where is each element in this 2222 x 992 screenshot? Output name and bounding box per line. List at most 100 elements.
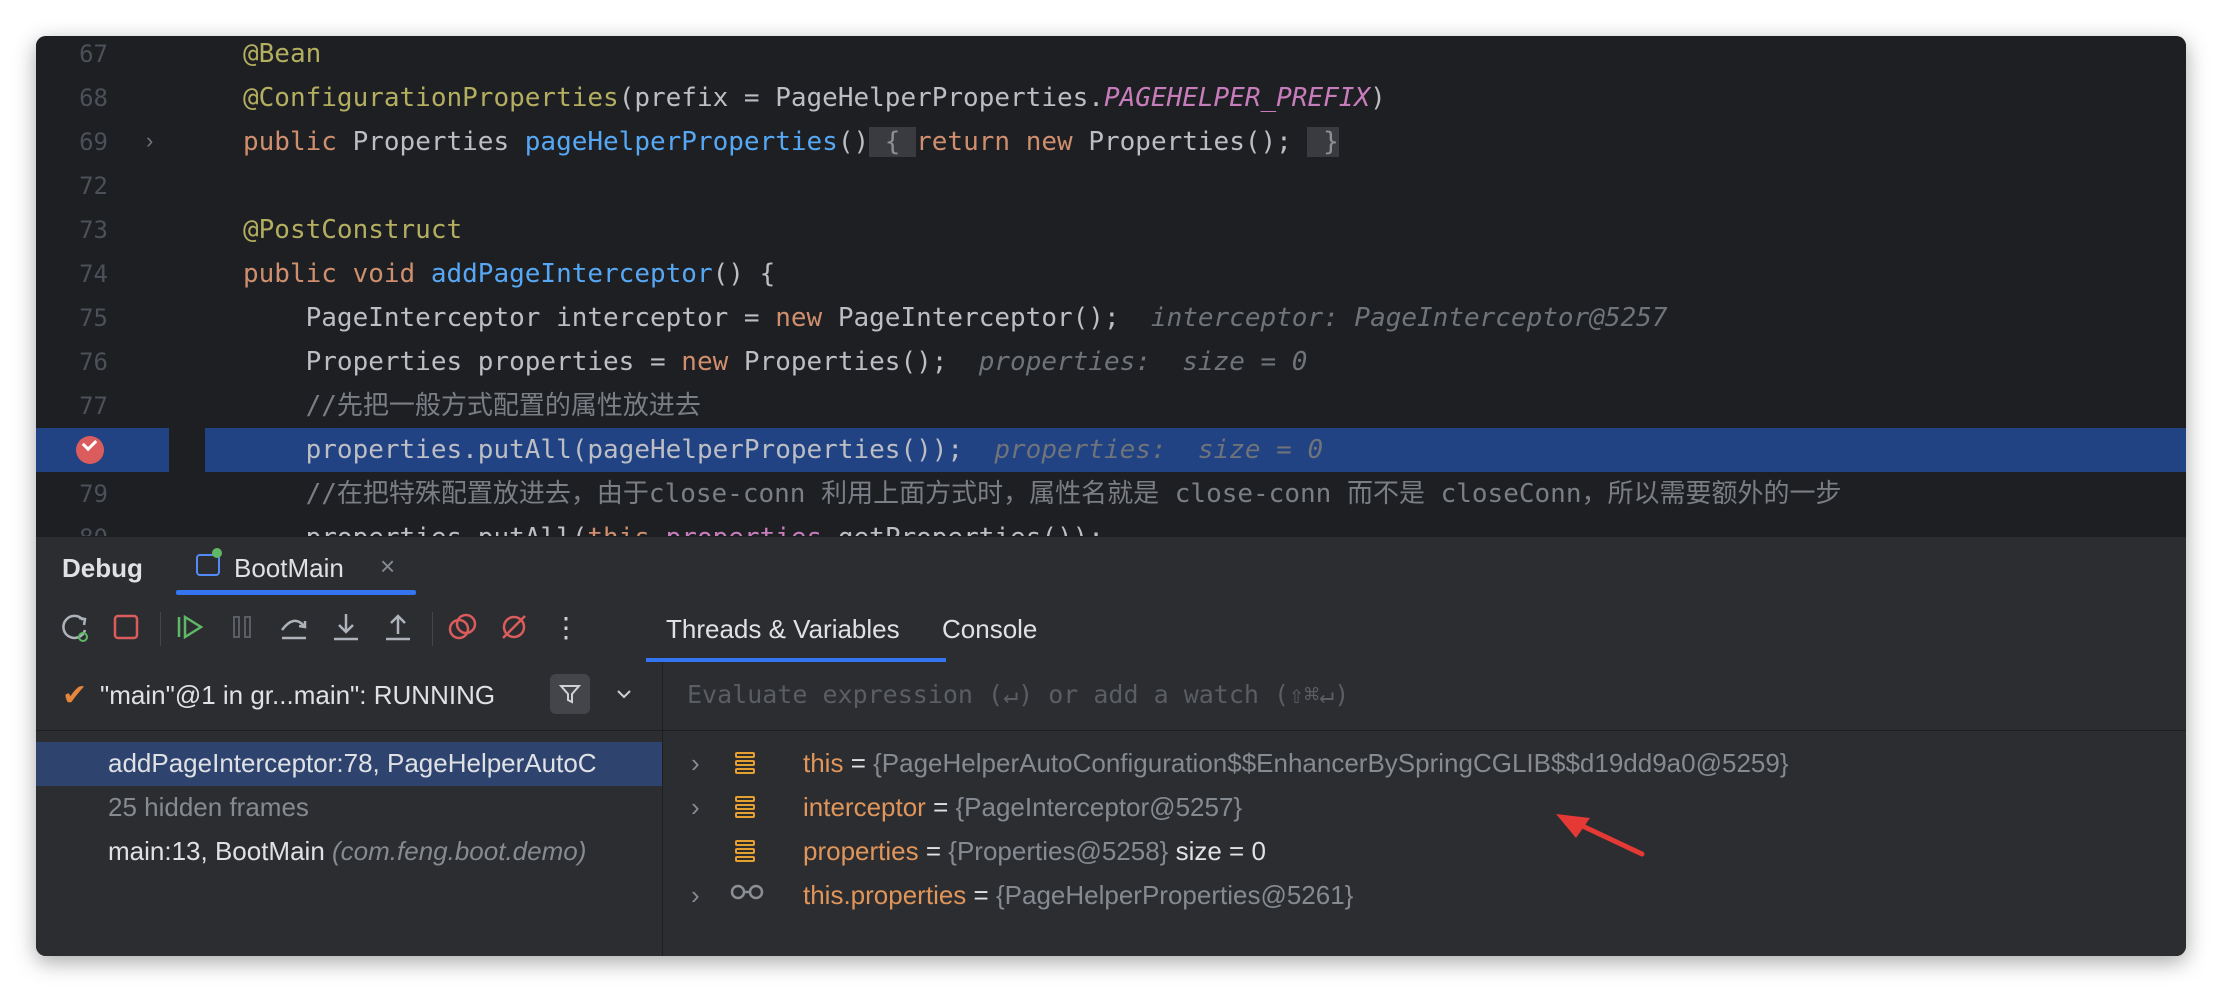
inline-debug-value: properties: size = 0	[994, 435, 1324, 465]
code-line-80[interactable]: 80 properties.putAll(this.properties.get…	[36, 516, 2186, 536]
pause-icon[interactable]	[224, 610, 260, 646]
code-text: () {	[712, 259, 776, 289]
folded-region-close[interactable]: }	[1307, 127, 1339, 157]
annotation-bean: @Bean	[243, 39, 322, 69]
code-text: Properties();	[728, 347, 948, 377]
step-over-icon[interactable]	[276, 610, 312, 646]
folded-region-open[interactable]: {	[869, 127, 917, 157]
variables-pane: Evaluate expression (↵) or add a watch (…	[663, 662, 2186, 956]
resume-icon[interactable]	[172, 610, 208, 646]
code-line-68[interactable]: 68 @ConfigurationProperties(prefix = Pag…	[36, 76, 2186, 120]
field-icon	[735, 840, 755, 866]
thread-label: "main"@1 in gr...main": RUNNING	[100, 680, 496, 710]
code-text: .getProperties());	[822, 523, 1104, 536]
code-text: Properties();	[1072, 127, 1308, 157]
tab-label: Threads & Variables	[666, 614, 900, 644]
annotation-postconstruct: @PostConstruct	[243, 215, 463, 245]
keyword: new	[775, 303, 823, 333]
code-text: properties.putAll(	[243, 523, 588, 536]
variable-value: {PageInterceptor@5257}	[955, 792, 1243, 822]
field-name: properties	[666, 523, 823, 536]
expand-chevron-icon[interactable]: ›	[691, 748, 700, 779]
rerun-icon[interactable]	[56, 610, 92, 646]
session-tab-bootmain[interactable]: BootMain ×	[176, 537, 406, 597]
variable-row-this-properties[interactable]: › this.properties = {PageHelperPropertie…	[663, 874, 2186, 918]
line-number: 69	[79, 128, 108, 156]
line-number: 74	[79, 260, 108, 288]
code-text: .	[650, 523, 666, 536]
stack-frame[interactable]: main:13, BootMain (com.feng.boot.demo)	[36, 830, 662, 874]
code-comment: //先把一般方式配置的属性放进去	[243, 391, 701, 421]
watch-glasses-icon	[729, 880, 765, 906]
code-line-74[interactable]: 74 public void addPageInterceptor() {	[36, 252, 2186, 296]
line-number: 67	[79, 40, 108, 68]
filter-icon[interactable]	[550, 674, 590, 714]
view-breakpoints-icon[interactable]	[444, 610, 480, 646]
code-line-67[interactable]: 67 @Bean	[36, 36, 2186, 76]
variable-row-properties[interactable]: properties = {Properties@5258} size = 0	[663, 830, 2186, 874]
code-editor[interactable]: 67 @Bean 68 @ConfigurationProperties(pre…	[36, 36, 2186, 536]
code-line-75[interactable]: 75 PageInterceptor interceptor = new Pag…	[36, 296, 2186, 340]
annotation-arrow-icon	[1556, 814, 1645, 857]
code-line-79[interactable]: 79 //在把特殊配置放进去，由于close-conn 利用上面方式时，属性名就…	[36, 472, 2186, 516]
variable-name: this	[803, 748, 844, 778]
code-line-76[interactable]: 76 Properties properties = new Propertie…	[36, 340, 2186, 384]
close-icon[interactable]: ×	[380, 551, 395, 582]
code-text: ()	[837, 127, 870, 157]
field-icon	[735, 752, 755, 778]
session-tab-label: BootMain	[234, 553, 344, 583]
hidden-frames[interactable]: 25 hidden frames	[36, 786, 662, 830]
method-name: pageHelperProperties	[524, 127, 838, 157]
breakpoint-icon[interactable]	[76, 436, 104, 464]
code-text: (prefix = PageHelperProperties.	[618, 83, 1104, 113]
code-text: PageInterceptor();	[822, 303, 1120, 333]
thread-selector[interactable]: ✔ "main"@1 in gr...main": RUNNING	[36, 662, 662, 731]
code-line-69[interactable]: 69 › public Properties pageHelperPropert…	[36, 120, 2186, 164]
frame-label: main:13, BootMain	[108, 836, 333, 866]
run-config-icon	[196, 548, 222, 576]
variable-name: this.properties	[803, 880, 967, 910]
debug-tool-window-header: Debug BootMain ×	[36, 536, 2186, 597]
line-number: 80	[36, 522, 108, 536]
keyword: return new	[916, 127, 1073, 157]
frame-label: 25 hidden frames	[108, 792, 309, 822]
current-execution-line[interactable]: properties.putAll(pageHelperProperties()…	[36, 428, 2186, 472]
stop-icon[interactable]	[108, 610, 144, 646]
mute-breakpoints-icon[interactable]	[496, 610, 532, 646]
ide-window: 67 @Bean 68 @ConfigurationProperties(pre…	[36, 36, 2186, 956]
fold-chevron-icon[interactable]: ›	[146, 128, 153, 154]
keyword: public void	[243, 259, 416, 289]
variable-row-this[interactable]: › this = {PageHelperAutoConfiguration$$E…	[663, 742, 2186, 786]
chevron-down-icon[interactable]	[614, 678, 634, 711]
variable-row-interceptor[interactable]: › interceptor = {PageInterceptor@5257}	[663, 786, 2186, 830]
keyword: public	[243, 127, 337, 157]
variable-name: properties	[803, 836, 919, 866]
tab-threads-variables[interactable]: Threads & Variables	[646, 596, 956, 662]
more-options-icon[interactable]: ⋮	[548, 610, 584, 646]
active-tab-indicator	[176, 590, 416, 595]
expand-chevron-icon[interactable]: ›	[691, 792, 700, 823]
constant-pagehelper-prefix: PAGEHELPER_PREFIX	[1103, 83, 1371, 113]
line-number: 77	[79, 392, 108, 420]
line-number: 72	[79, 172, 108, 200]
step-into-icon[interactable]	[328, 610, 364, 646]
evaluate-expression-input[interactable]: Evaluate expression (↵) or add a watch (…	[663, 662, 2186, 731]
tab-console[interactable]: Console	[942, 614, 1037, 645]
code-text: properties.putAll(pageHelperProperties()…	[243, 435, 964, 465]
code-line-73[interactable]: 73 @PostConstruct	[36, 208, 2186, 252]
method-name: addPageInterceptor	[430, 259, 713, 289]
code-text: PageInterceptor interceptor =	[243, 303, 776, 333]
frame-label: addPageInterceptor:78, PageHelperAutoC	[108, 748, 597, 778]
expand-chevron-icon[interactable]: ›	[691, 880, 700, 911]
stack-frame[interactable]: addPageInterceptor:78, PageHelperAutoC	[36, 742, 662, 786]
code-line-77[interactable]: 77 //先把一般方式配置的属性放进去	[36, 384, 2186, 428]
variable-value: {PageHelperProperties@5261}	[995, 880, 1354, 910]
code-text: )	[1370, 83, 1386, 113]
frame-package: (com.feng.boot.demo)	[332, 836, 587, 866]
variable-value: {Properties@5258}	[948, 836, 1169, 866]
line-number: 79	[79, 480, 108, 508]
code-line-72[interactable]: 72	[36, 164, 2186, 208]
step-out-icon[interactable]	[380, 610, 416, 646]
watch-placeholder: Evaluate expression (↵) or add a watch (…	[687, 680, 1350, 709]
code-comment: //在把特殊配置放进去，由于close-conn 利用上面方式时，属性名就是 c…	[243, 479, 1842, 509]
